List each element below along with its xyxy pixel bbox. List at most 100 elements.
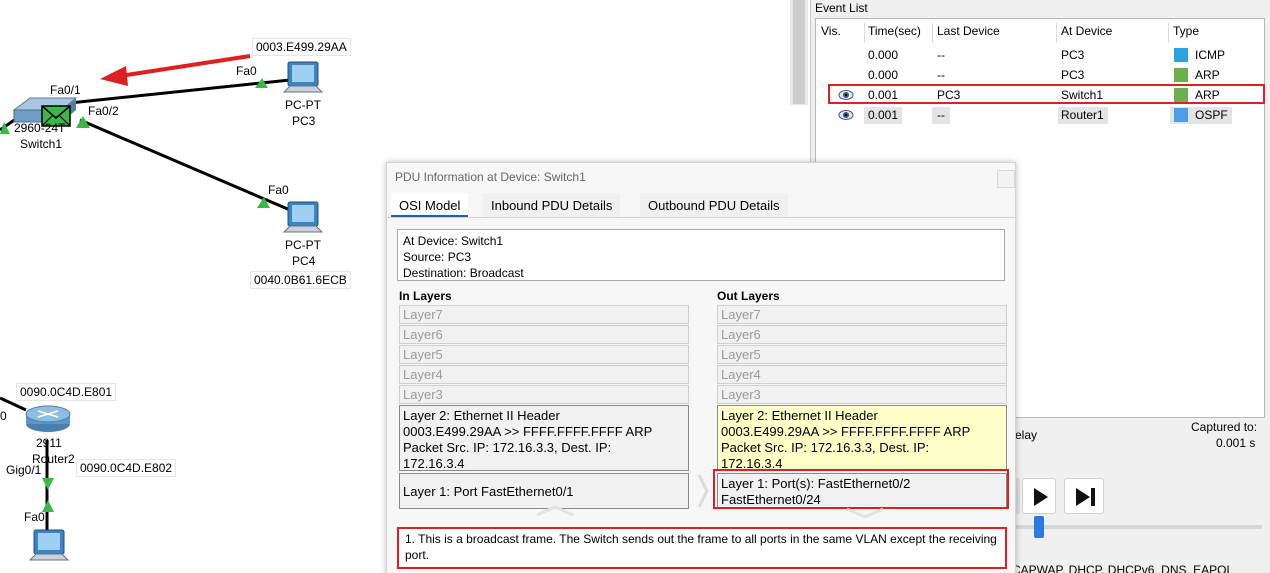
delay-label: elay: [1015, 428, 1038, 442]
event-type: ICMP: [1195, 48, 1225, 62]
event-list-title: Event List: [815, 1, 868, 15]
in-layer2-line: Packet Src. IP: 172.16.3.3, Dest. IP:: [403, 440, 612, 455]
event-at-device: PC3: [1061, 48, 1085, 62]
pc3-name-label: PC3: [292, 114, 316, 128]
destination-line: Destination: Broadcast: [403, 266, 524, 280]
router2-mac-bottom-label: 0090.0C4D.E802: [76, 459, 177, 477]
link-up-indicator: [257, 197, 270, 208]
col-type[interactable]: Type: [1173, 24, 1199, 38]
captured-to-label: Captured to:: [1191, 420, 1258, 434]
router2-mac-top-label: 0090.0C4D.E801: [16, 383, 117, 401]
in-layer5[interactable]: Layer5: [399, 345, 689, 364]
link-switch1-pc4: [79, 118, 291, 212]
event-time: 0.000: [868, 68, 899, 82]
col-vis[interactable]: Vis.: [821, 24, 841, 38]
annotation-arrow-icon: [100, 54, 251, 86]
pdu-device-summary: At Device: Switch1 Source: PC3 Destinati…: [397, 229, 1005, 281]
pc-icon: [282, 201, 324, 233]
switch1-fa01-label: Fa0/1: [50, 83, 81, 97]
router-icon: [25, 405, 71, 432]
pdu-info-dialog: PDU Information at Device: Switch1 OSI M…: [386, 162, 1017, 573]
switch1-model-label: 2960-24T: [14, 121, 66, 135]
out-layer2-line: Packet Src. IP: 172.16.3.3, Dest. IP:: [721, 440, 930, 455]
in-layer6[interactable]: Layer6: [399, 325, 689, 344]
out-layer6[interactable]: Layer6: [717, 325, 1007, 344]
event-row[interactable]: 0.000 -- PC3 ICMP: [816, 45, 1264, 65]
event-list-header: Vis. Time(sec) Last Device At Device Typ…: [816, 21, 1264, 43]
in-layer4[interactable]: Layer4: [399, 365, 689, 384]
pc4-port-label: Fa0: [268, 183, 289, 197]
event-last-device: --: [937, 48, 945, 62]
event-row[interactable]: 0.001 -- Router1 OSPF: [816, 105, 1264, 125]
pc4-type-label: PC-PT: [285, 238, 321, 252]
event-filters-list: CAPWAP, DHCP, DHCPv6, DNS, EAPOL: [1012, 563, 1234, 573]
event-last-device: --: [937, 68, 945, 82]
pdu-tabs: OSI Model Inbound PDU Details Outbound P…: [387, 193, 1017, 217]
tab-inbound-pdu[interactable]: Inbound PDU Details: [483, 193, 621, 217]
switch1-name-label: Switch1: [20, 137, 63, 151]
bottom-pc-port-label: Fa0: [24, 510, 45, 524]
router2-model-label: 2911: [36, 436, 62, 450]
capture-forward-button[interactable]: [1064, 478, 1104, 514]
event-type: OSPF: [1195, 108, 1228, 122]
pc-icon: [282, 61, 324, 93]
out-layer4[interactable]: Layer4: [717, 365, 1007, 384]
in-layer2-line: 172.16.3.4: [403, 456, 465, 471]
event-time: 0.000: [868, 48, 899, 62]
out-layer2[interactable]: Layer 2: Ethernet II Header 0003.E499.29…: [717, 405, 1007, 471]
canvas-scrollbar[interactable]: [790, 0, 808, 105]
event-row[interactable]: 0.000 -- PC3 ARP: [816, 65, 1264, 85]
event-at-device: Router1: [1061, 108, 1104, 122]
event-type-color-icon: [1174, 68, 1188, 82]
event-type: ARP: [1195, 68, 1220, 82]
out-layer2-line: Layer 2: Ethernet II Header: [721, 408, 878, 423]
close-button[interactable]: [997, 170, 1015, 188]
event-type-color-icon: [1174, 108, 1188, 122]
in-layer2-line: Layer 2: Ethernet II Header: [403, 408, 560, 423]
in-layers-title: In Layers: [399, 289, 452, 303]
router2-left-port-label: 0: [0, 409, 7, 423]
pdu-explanation: 1. This is a broadcast frame. The Switch…: [397, 527, 1007, 569]
play-button[interactable]: [1022, 478, 1056, 514]
pdu-dialog-title: PDU Information at Device: Switch1: [395, 170, 586, 184]
tab-outbound-pdu[interactable]: Outbound PDU Details: [640, 193, 788, 217]
event-type-color-icon: [1174, 48, 1188, 62]
out-layer1-highlight: [713, 469, 1009, 509]
pc3-port-label: Fa0: [236, 64, 257, 78]
at-device-line: At Device: Switch1: [403, 234, 504, 248]
in-layer7[interactable]: Layer7: [399, 305, 689, 324]
eye-icon[interactable]: [838, 108, 854, 122]
step-forward-icon: [1076, 488, 1095, 506]
in-layer1[interactable]: Layer 1: Port FastEthernet0/1: [399, 473, 689, 509]
out-layer7[interactable]: Layer7: [717, 305, 1007, 324]
pc3-type-label: PC-PT: [285, 98, 321, 112]
in-layer3[interactable]: Layer3: [399, 385, 689, 404]
in-layer2[interactable]: Layer 2: Ethernet II Header 0003.E499.29…: [399, 405, 689, 471]
link-switch1-pc3: [59, 78, 291, 106]
col-last-device[interactable]: Last Device: [937, 24, 1000, 38]
switch1-fa02-label: Fa0/2: [88, 104, 119, 118]
col-at-device[interactable]: At Device: [1061, 24, 1112, 38]
out-layer2-line: 0003.E499.29AA >> FFFF.FFFF.FFFF ARP: [721, 424, 971, 439]
pc3-mac-label: 0003.E499.29AA: [252, 38, 351, 56]
out-layer3[interactable]: Layer3: [717, 385, 1007, 404]
event-at-device: PC3: [1061, 68, 1085, 82]
link-up-indicator: [42, 478, 54, 490]
event-time: 0.001: [868, 108, 899, 122]
col-time[interactable]: Time(sec): [868, 24, 921, 38]
out-layers-title: Out Layers: [717, 289, 780, 303]
pc4-mac-label: 0040.0B61.6ECB: [250, 271, 351, 289]
scrollbar-thumb[interactable]: [793, 0, 805, 104]
captured-to-value: 0.001 s: [1216, 436, 1256, 450]
pc4-name-label: PC4: [292, 254, 316, 268]
out-layer5[interactable]: Layer5: [717, 345, 1007, 364]
playback-speed-slider[interactable]: [1034, 516, 1044, 538]
in-layer2-line: 0003.E499.29AA >> FFFF.FFFF.FFFF ARP: [403, 424, 653, 439]
source-line: Source: PC3: [403, 250, 472, 264]
router2-port-label: Gig0/1: [6, 463, 42, 477]
play-icon: [1034, 488, 1048, 506]
playback-speed-track[interactable]: [1012, 525, 1262, 529]
event-last-device: --: [937, 108, 945, 122]
tab-osi-model[interactable]: OSI Model: [391, 193, 469, 217]
pc-icon: [28, 529, 70, 561]
